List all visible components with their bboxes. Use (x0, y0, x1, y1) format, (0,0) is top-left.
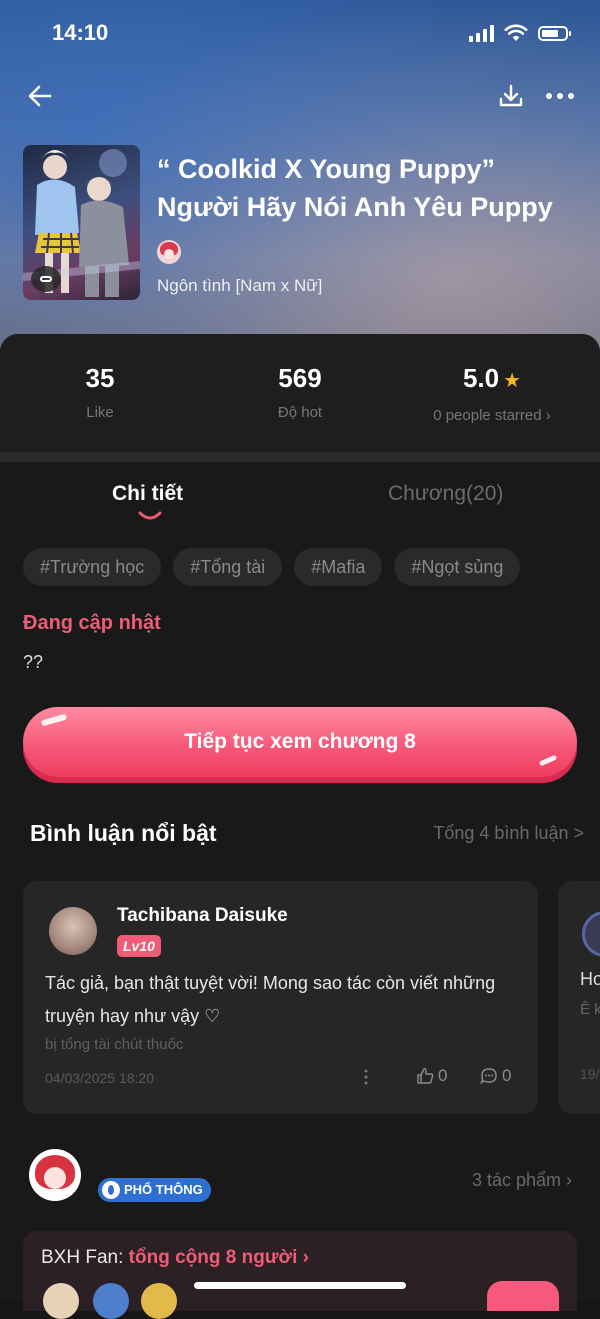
book-cover-image[interactable] (23, 145, 140, 300)
level-badge: Lv10 (117, 935, 161, 957)
fan-avatar (141, 1283, 177, 1319)
download-icon[interactable] (496, 80, 526, 112)
back-arrow-icon[interactable] (24, 80, 56, 112)
author-works-link[interactable]: 3 tác phẩm › (472, 1170, 572, 1191)
thumbs-up-icon (417, 1068, 434, 1084)
fan-ranking-prefix: BXH Fan: (41, 1247, 129, 1268)
reply-count: 0 (502, 1066, 512, 1085)
hot-label: Độ hot (277, 404, 323, 421)
section-divider (0, 452, 600, 462)
comment-card[interactable]: Tachibana Daisuke Lv10 Tác giả, bạn thật… (23, 881, 538, 1114)
update-status-label: Đang cập nhật (23, 612, 161, 634)
hot-value: 569 (278, 363, 322, 393)
star-icon: ★ (503, 370, 522, 392)
comments-total-link[interactable]: Tổng 4 bình luận > (433, 823, 584, 844)
stats-bar: 35 Like 569 Độ hot 5.0 ★ 0 people starred… (0, 334, 600, 452)
wifi-icon (504, 24, 528, 41)
comment-bubble-icon (31, 266, 61, 292)
comment-chapter-ref-peek: Ê k (580, 1001, 600, 1018)
continue-reading-button[interactable]: Tiếp tục xem chương 8 (23, 707, 577, 777)
commenter-avatar[interactable] (49, 907, 97, 955)
tag-chip[interactable]: #Tổng tài (173, 548, 283, 586)
tab-chapters[interactable]: Chương(20) (388, 482, 503, 506)
badge-gem-icon (102, 1181, 120, 1199)
fan-avatar (93, 1283, 129, 1319)
reply-bubble-icon (480, 1068, 497, 1085)
next-comment-card[interactable]: Ho Ê k 19/ (558, 881, 600, 1114)
likes-label: Like (86, 404, 114, 421)
more-options-icon[interactable] (544, 84, 576, 108)
like-count: 0 (438, 1066, 448, 1085)
comment-like-button[interactable]: 0 (415, 1066, 447, 1086)
tab-detail[interactable]: Chi tiết (112, 482, 183, 506)
fan-ranking-count[interactable]: tổng cộng 8 người › (129, 1247, 309, 1268)
author-avatar[interactable] (157, 240, 181, 264)
comment-chapter-ref: bị tổng tài chút thuốc (45, 1036, 184, 1053)
author-profile-avatar[interactable] (29, 1149, 81, 1201)
stat-hot: 569 Độ hot (200, 362, 400, 421)
book-genre: Ngôn tình [Nam x Nữ] (157, 276, 323, 295)
update-status-text: ?? (23, 652, 44, 672)
tag-chip[interactable]: #Ngọt sủng (394, 548, 521, 586)
fan-support-button[interactable] (487, 1281, 559, 1311)
fan-ranking-label: BXH Fan: tổng cộng 8 người › (41, 1247, 309, 1269)
commenter-avatar (582, 911, 600, 957)
rating-value: 5.0 (462, 363, 500, 393)
comment-text-peek: Ho (580, 969, 600, 989)
book-title: “ Coolkid X Young Puppy” Người Hãy Nói A… (157, 154, 553, 222)
rating-label[interactable]: 0 people starred › (392, 407, 592, 424)
comment-date: 04/03/2025 18:20 (45, 1070, 154, 1086)
continue-reading-label: Tiếp tục xem chương 8 (184, 730, 416, 753)
comments-section-title: Bình luận nổi bật (30, 820, 217, 846)
tag-chip[interactable]: #Trường học (23, 548, 162, 586)
status-time: 14:10 (52, 20, 109, 45)
membership-badge: PHỔ THÔNG (98, 1178, 211, 1202)
stat-likes: 35 Like (0, 362, 200, 421)
comment-date-peek: 19/ (580, 1066, 600, 1082)
stat-rating[interactable]: 5.0 ★ 0 people starred › (392, 362, 592, 424)
status-icons (469, 22, 571, 44)
rating-value-row: 5.0 ★ (392, 362, 592, 397)
likes-value: 35 (85, 363, 115, 393)
fan-ranking-card[interactable]: BXH Fan: tổng cộng 8 người › (23, 1231, 577, 1319)
commenter-name: Tachibana Daisuke (117, 905, 288, 926)
fan-avatar (43, 1283, 79, 1319)
comment-reply-button[interactable]: 0 (479, 1066, 511, 1086)
comment-more-icon[interactable] (363, 1069, 369, 1085)
status-bar: 14:10 (0, 0, 600, 66)
comment-text: Tác giả, bạn thật tuyệt vời! Mong sao tá… (45, 973, 496, 1026)
home-indicator (194, 1282, 406, 1289)
tab-active-indicator (138, 511, 162, 520)
cellular-signal-icon (469, 24, 494, 42)
battery-icon (538, 25, 571, 41)
tag-list: #Trường học #Tổng tài #Mafia #Ngọt sủng (23, 548, 521, 586)
tag-chip[interactable]: #Mafia (294, 548, 383, 586)
membership-badge-label: PHỔ THÔNG (124, 1182, 203, 1197)
detail-sheet: 35 Like 569 Độ hot 5.0 ★ 0 people starred… (0, 334, 600, 1319)
